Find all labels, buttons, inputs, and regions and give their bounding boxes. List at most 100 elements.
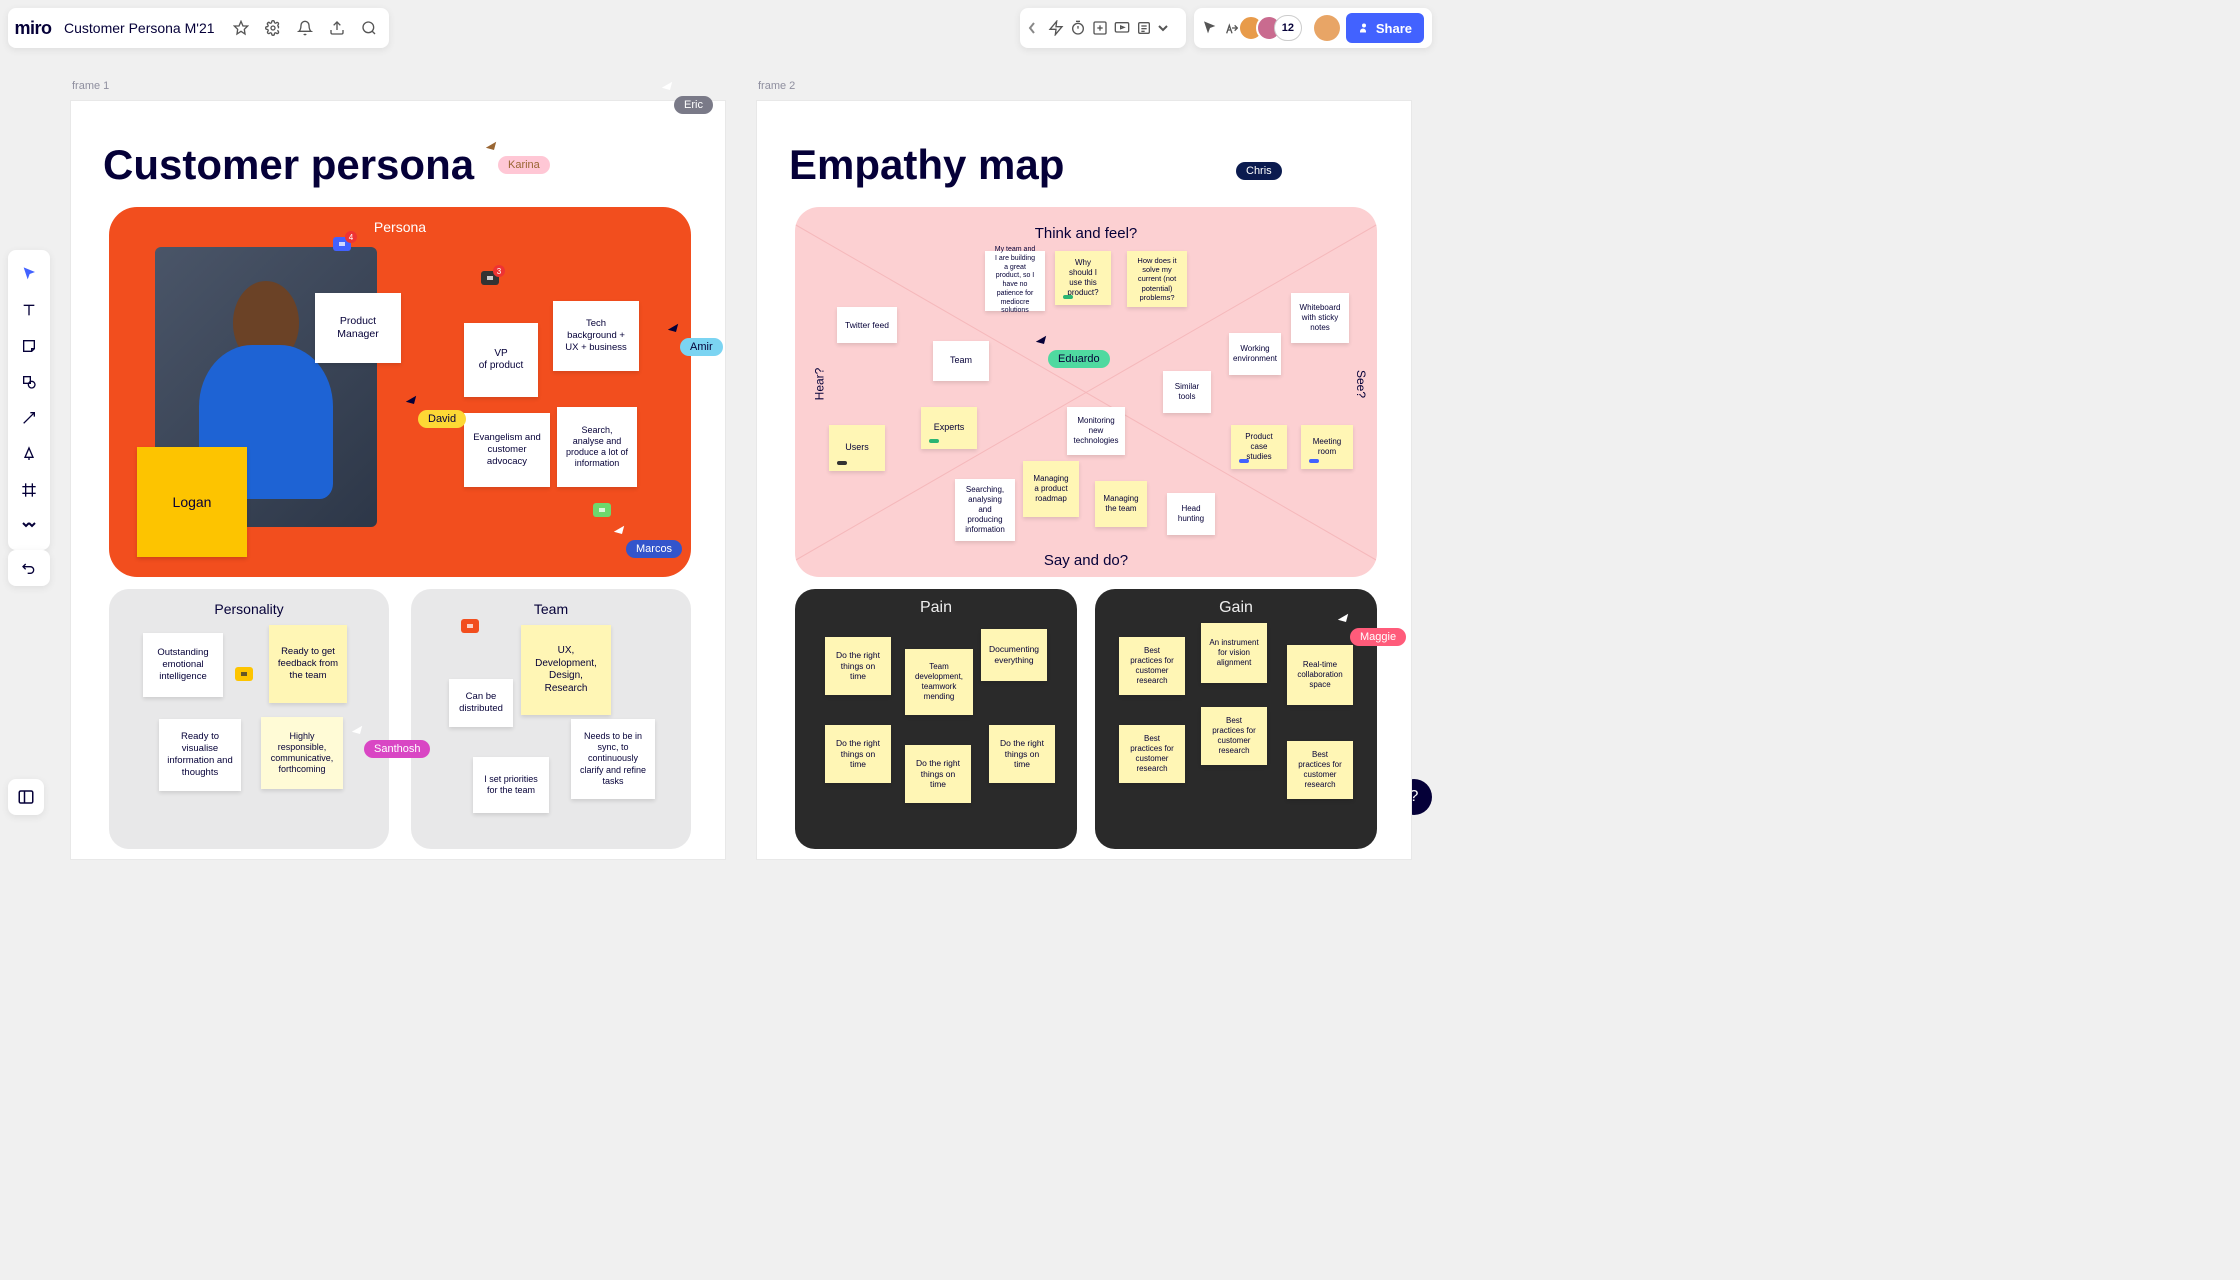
more-tools-icon[interactable]: [8, 508, 50, 544]
comment-icon[interactable]: [461, 619, 479, 633]
gain-n2[interactable]: An instrument for vision alignment: [1201, 623, 1267, 683]
undo-button[interactable]: [8, 550, 50, 586]
pain-n1[interactable]: Do the right things on time: [825, 637, 891, 695]
pain-n3[interactable]: Documenting everything: [981, 629, 1047, 681]
note-search[interactable]: Search, analyse and produce a lot of inf…: [557, 407, 637, 487]
note-casestudies[interactable]: Product case studies: [1231, 425, 1287, 469]
cursor-david: David: [418, 410, 466, 428]
list-icon[interactable]: [1136, 20, 1152, 36]
personality-panel[interactable]: Personality Outstanding emotional intell…: [109, 589, 389, 849]
note-priorities[interactable]: I set priorities for the team: [473, 757, 549, 813]
note-ux[interactable]: UX, Development, Design, Research: [521, 625, 611, 715]
note-visualise[interactable]: Ready to visualise information and thoug…: [159, 719, 241, 791]
note-pm[interactable]: Product Manager: [315, 293, 401, 363]
line-tool-icon[interactable]: [8, 400, 50, 436]
note-meeting[interactable]: Meeting room: [1301, 425, 1353, 469]
note-whyshould[interactable]: Why should I use this product?: [1055, 251, 1111, 305]
star-icon[interactable]: [225, 12, 257, 44]
pain-n2[interactable]: Team development, teamwork mending: [905, 649, 973, 715]
select-tool-icon[interactable]: [8, 256, 50, 292]
note-responsible[interactable]: Highly responsible, communicative, forth…: [261, 717, 343, 789]
comment-icon[interactable]: 4: [333, 237, 351, 251]
topbar-left: miro Customer Persona M'21: [8, 8, 389, 48]
search-icon[interactable]: [353, 12, 385, 44]
note-howdoes[interactable]: How does it solve my current (not potent…: [1127, 251, 1187, 307]
note-similar[interactable]: Similar tools: [1163, 371, 1211, 413]
note-searching[interactable]: Searching, analysing and producing infor…: [955, 479, 1015, 541]
cursor-eduardo: Eduardo: [1048, 350, 1110, 368]
frame1-title: Customer persona: [103, 141, 474, 189]
note-distributed[interactable]: Can be distributed: [449, 679, 513, 727]
think-label: Think and feel?: [1035, 225, 1138, 242]
note-tech[interactable]: Tech background + UX + business: [553, 301, 639, 371]
note-evangelism[interactable]: Evangelism and customer advocacy: [464, 413, 550, 487]
share-button[interactable]: Share: [1346, 13, 1424, 43]
cursor-amir: Amir: [680, 338, 723, 356]
note-whiteboard[interactable]: Whiteboard with sticky notes: [1291, 293, 1349, 343]
bell-icon[interactable]: [289, 12, 321, 44]
pain-n4[interactable]: Do the right things on time: [825, 725, 891, 783]
shape-tool-icon[interactable]: [8, 364, 50, 400]
note-emotional[interactable]: Outstanding emotional intelligence: [143, 633, 223, 697]
note-icon[interactable]: [1092, 20, 1108, 36]
note-workingenv[interactable]: Working environment: [1229, 333, 1281, 375]
pain-panel[interactable]: Pain Do the right things on time Team de…: [795, 589, 1077, 849]
note-twitter[interactable]: Twitter feed: [837, 307, 897, 343]
minimap-icon[interactable]: [8, 779, 44, 815]
bolt-icon[interactable]: [1048, 20, 1064, 36]
gain-panel[interactable]: Gain Best practices for customer researc…: [1095, 589, 1377, 849]
personality-title: Personality: [214, 601, 283, 617]
team-panel[interactable]: Team UX, Development, Design, Research C…: [411, 589, 691, 849]
gain-n6[interactable]: Best practices for customer research: [1287, 741, 1353, 799]
export-icon[interactable]: [321, 12, 353, 44]
frame-tool-icon[interactable]: [8, 472, 50, 508]
note-headhunting[interactable]: Head hunting: [1167, 493, 1215, 535]
logan-sticky[interactable]: Logan: [137, 447, 247, 557]
pain-n6[interactable]: Do the right things on time: [989, 725, 1055, 783]
note-vp[interactable]: VP of product: [464, 323, 538, 397]
note-sync[interactable]: Needs to be in sync, to continuously cla…: [571, 719, 655, 799]
avatar-stack[interactable]: 12: [1246, 15, 1302, 41]
board-title[interactable]: Customer Persona M'21: [54, 20, 225, 36]
gain-title: Gain: [1219, 599, 1253, 617]
hear-label: Hear?: [812, 368, 826, 401]
comment-icon[interactable]: [593, 503, 611, 517]
cursor-follow-icon[interactable]: [1202, 20, 1218, 36]
pain-title: Pain: [920, 599, 952, 617]
chevron-down-icon[interactable]: [1158, 24, 1178, 32]
persona-card[interactable]: Persona Logan Product Manager VP of prod…: [109, 207, 691, 577]
note-myteam[interactable]: My team and I are building a great produ…: [985, 251, 1045, 311]
note-monitoring[interactable]: Monitoring new technologies: [1067, 407, 1125, 455]
avatar-count[interactable]: 12: [1274, 15, 1302, 41]
gain-n3[interactable]: Real-time collaboration space: [1287, 645, 1353, 705]
cursor-chris: Chris: [1236, 162, 1282, 180]
note-managing[interactable]: Managing the team: [1095, 481, 1147, 527]
left-toolbar: [8, 250, 50, 550]
timer-icon[interactable]: [1070, 20, 1086, 36]
comment-icon[interactable]: 3: [481, 271, 499, 285]
miro-logo[interactable]: miro: [12, 8, 54, 48]
present-icon[interactable]: [1114, 20, 1130, 36]
say-label: Say and do?: [1044, 552, 1128, 569]
team-title: Team: [534, 601, 568, 617]
empathy-panel[interactable]: Think and feel? Say and do? Hear? See? T…: [795, 207, 1377, 577]
comment-icon[interactable]: [235, 667, 253, 681]
text-tool-icon[interactable]: [8, 292, 50, 328]
note-experts[interactable]: Experts: [921, 407, 977, 449]
sticky-tool-icon[interactable]: [8, 328, 50, 364]
note-team[interactable]: Team: [933, 341, 989, 381]
canvas[interactable]: frame 1 Customer persona Persona Logan P…: [70, 80, 1430, 823]
settings-icon[interactable]: [257, 12, 289, 44]
note-feedback[interactable]: Ready to get feedback from the team: [269, 625, 347, 703]
pain-n5[interactable]: Do the right things on time: [905, 745, 971, 803]
gain-n4[interactable]: Best practices for customer research: [1119, 725, 1185, 783]
frame-2[interactable]: Empathy map Think and feel? Say and do? …: [756, 100, 1412, 860]
note-users[interactable]: Users: [829, 425, 885, 471]
see-label: See?: [1354, 370, 1368, 398]
avatar-me[interactable]: [1314, 15, 1340, 41]
gain-n5[interactable]: Best practices for customer research: [1201, 707, 1267, 765]
pen-tool-icon[interactable]: [8, 436, 50, 472]
chevron-left-icon[interactable]: [1028, 22, 1042, 34]
gain-n1[interactable]: Best practices for customer research: [1119, 637, 1185, 695]
note-roadmap[interactable]: Managing a product roadmap: [1023, 461, 1079, 517]
